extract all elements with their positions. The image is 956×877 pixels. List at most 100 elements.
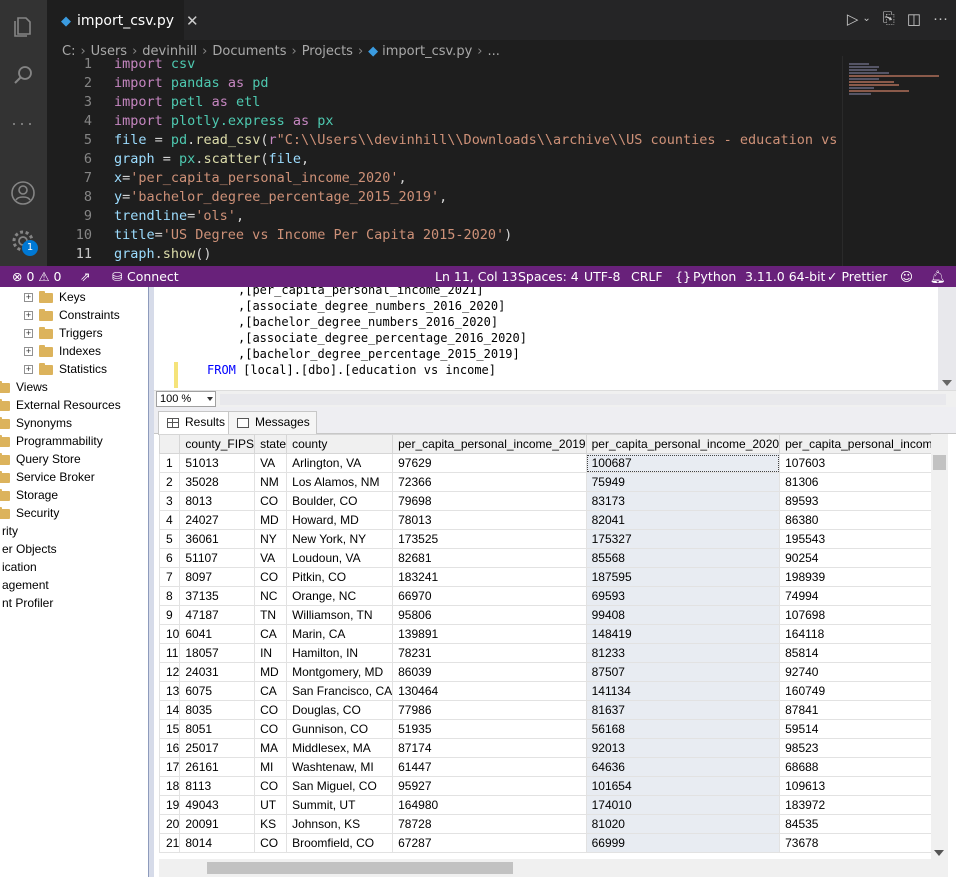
table-cell[interactable]: NY bbox=[254, 529, 288, 549]
table-cell[interactable]: 36061 bbox=[179, 529, 256, 549]
table-cell[interactable]: 6041 bbox=[179, 624, 256, 644]
row-number[interactable]: 17 bbox=[159, 757, 181, 777]
row-number[interactable]: 16 bbox=[159, 738, 181, 758]
table-cell[interactable]: 24031 bbox=[179, 662, 256, 682]
row-number[interactable]: 9 bbox=[159, 605, 181, 625]
table-row[interactable]: 14 8035 CO Douglas, CO 77986 81637 87841 bbox=[159, 700, 931, 720]
table-row[interactable]: 6 51107 VA Loudoun, VA 82681 85568 90254 bbox=[159, 548, 931, 568]
row-number[interactable]: 18 bbox=[159, 776, 181, 796]
tree-item[interactable]: Storage bbox=[0, 486, 58, 504]
table-cell[interactable]: 64636 bbox=[585, 757, 781, 777]
table-cell[interactable]: 78013 bbox=[392, 510, 587, 530]
table-cell[interactable]: 8097 bbox=[179, 567, 256, 587]
table-cell[interactable]: Gunnison, CO bbox=[286, 719, 394, 739]
table-cell[interactable]: Montgomery, MD bbox=[286, 662, 394, 682]
table-cell[interactable]: 109613 bbox=[779, 776, 931, 796]
table-cell[interactable]: 187595 bbox=[585, 567, 781, 587]
table-cell[interactable]: Williamson, TN bbox=[286, 605, 394, 625]
tree-item[interactable]: nt Profiler bbox=[2, 594, 53, 612]
table-row[interactable]: 5 36061 NY New York, NY 173525 175327 195543 bbox=[159, 529, 931, 549]
code-line[interactable]: 6 graph = px.scatter(file, bbox=[47, 150, 842, 169]
column-header[interactable]: county_FIPS bbox=[179, 434, 256, 454]
table-cell[interactable]: San Miguel, CO bbox=[286, 776, 394, 796]
table-cell[interactable]: 8035 bbox=[179, 700, 256, 720]
expand-icon[interactable]: + bbox=[24, 329, 33, 339]
table-cell[interactable]: 95806 bbox=[392, 605, 587, 625]
table-cell[interactable]: Washtenaw, MI bbox=[286, 757, 394, 777]
code-line[interactable]: 9 trendline='ols', bbox=[47, 207, 842, 226]
more-actions-icon[interactable]: ··· bbox=[933, 10, 948, 28]
row-number[interactable]: 12 bbox=[159, 662, 181, 682]
table-cell[interactable]: MA bbox=[254, 738, 288, 758]
column-header[interactable]: per_capita_personal_income_2019 bbox=[392, 434, 587, 454]
row-number[interactable]: 20 bbox=[159, 814, 181, 834]
table-row[interactable]: 8 37135 NC Orange, NC 66970 69593 74994 bbox=[159, 586, 931, 606]
table-cell[interactable]: 175327 bbox=[585, 529, 781, 549]
table-row[interactable]: 3 8013 CO Boulder, CO 79698 83173 89593 bbox=[159, 491, 931, 511]
tree-item[interactable]: rity bbox=[2, 522, 18, 540]
table-cell[interactable]: 86380 bbox=[779, 510, 931, 530]
table-cell[interactable]: 86039 bbox=[392, 662, 587, 682]
table-cell[interactable]: 139891 bbox=[392, 624, 587, 644]
table-row[interactable]: 2 35028 NM Los Alamos, NM 72366 75949 81306 bbox=[159, 472, 931, 492]
table-cell[interactable]: NC bbox=[254, 586, 288, 606]
table-cell[interactable]: Marin, CA bbox=[286, 624, 394, 644]
sql-line[interactable]: ,[bachelor_degree_numbers_2016_2020] bbox=[238, 314, 498, 330]
table-cell[interactable]: 101654 bbox=[585, 776, 781, 796]
code-text[interactable]: graph = px.scatter(file, bbox=[114, 150, 309, 169]
table-row[interactable]: 4 24027 MD Howard, MD 78013 82041 86380 bbox=[159, 510, 931, 530]
table-cell[interactable]: 82041 bbox=[585, 510, 781, 530]
table-cell[interactable]: CO bbox=[254, 719, 288, 739]
table-row[interactable]: 15 8051 CO Gunnison, CO 51935 56168 59514 bbox=[159, 719, 931, 739]
table-cell[interactable]: VA bbox=[254, 453, 288, 473]
table-cell[interactable]: 79698 bbox=[392, 491, 587, 511]
cursor-position[interactable]: Ln 11, Col 13 bbox=[435, 266, 517, 287]
table-cell[interactable]: 73678 bbox=[779, 833, 931, 853]
table-cell[interactable]: 85814 bbox=[779, 643, 931, 663]
table-cell[interactable]: 51107 bbox=[179, 548, 256, 568]
table-cell[interactable]: Orange, NC bbox=[286, 586, 394, 606]
table-cell[interactable]: 8013 bbox=[179, 491, 256, 511]
table-cell[interactable]: Loudoun, VA bbox=[286, 548, 394, 568]
table-cell[interactable]: Broomfield, CO bbox=[286, 833, 394, 853]
tree-item[interactable]: External Resources bbox=[0, 396, 121, 414]
table-cell[interactable]: CO bbox=[254, 567, 288, 587]
code-text[interactable]: import plotly.express as px bbox=[114, 112, 334, 131]
table-cell[interactable]: NM bbox=[254, 472, 288, 492]
table-cell[interactable]: 81233 bbox=[585, 643, 781, 663]
scroll-thumb[interactable] bbox=[207, 862, 513, 874]
tree-item[interactable]: + Keys bbox=[24, 288, 86, 306]
code-text[interactable]: import petl as etl bbox=[114, 93, 260, 112]
column-header[interactable]: state bbox=[254, 434, 288, 454]
python-interpreter[interactable]: 3.11.0 64-bit bbox=[745, 266, 825, 287]
code-line[interactable]: 4 import plotly.express as px bbox=[47, 112, 842, 131]
code-line[interactable]: 11 graph.show() bbox=[47, 245, 842, 264]
table-row[interactable]: 17 26161 MI Washtenaw, MI 61447 64636 68688 bbox=[159, 757, 931, 777]
table-cell[interactable]: 37135 bbox=[179, 586, 256, 606]
table-cell[interactable]: 174010 bbox=[585, 795, 781, 815]
tree-item[interactable]: Service Broker bbox=[0, 468, 95, 486]
table-cell[interactable]: 81020 bbox=[585, 814, 781, 834]
tree-item[interactable]: + Triggers bbox=[24, 324, 103, 342]
table-cell[interactable]: 164980 bbox=[392, 795, 587, 815]
table-cell[interactable]: 35028 bbox=[179, 472, 256, 492]
table-cell[interactable]: 56168 bbox=[585, 719, 781, 739]
table-cell[interactable]: 26161 bbox=[179, 757, 256, 777]
table-cell[interactable]: 87841 bbox=[779, 700, 931, 720]
table-cell[interactable]: 8051 bbox=[179, 719, 256, 739]
row-number[interactable]: 4 bbox=[159, 510, 181, 530]
table-row[interactable]: 19 49043 UT Summit, UT 164980 174010 183972 bbox=[159, 795, 931, 815]
code-line[interactable]: 10 title='US Degree vs Income Per Capita … bbox=[47, 226, 842, 245]
table-cell[interactable]: 74994 bbox=[779, 586, 931, 606]
tree-item[interactable]: + Statistics bbox=[24, 360, 107, 378]
table-cell[interactable]: VA bbox=[254, 548, 288, 568]
row-number[interactable]: 15 bbox=[159, 719, 181, 739]
row-number[interactable]: 1 bbox=[159, 453, 181, 473]
more-icon[interactable]: ··· bbox=[8, 108, 38, 138]
tab-results[interactable]: Results bbox=[158, 411, 233, 435]
table-cell[interactable]: UT bbox=[254, 795, 288, 815]
table-cell[interactable]: 98523 bbox=[779, 738, 931, 758]
table-cell[interactable]: Middlesex, MA bbox=[286, 738, 394, 758]
table-cell[interactable]: 25017 bbox=[179, 738, 256, 758]
sql-horizontal-scrollbar[interactable] bbox=[220, 394, 946, 405]
